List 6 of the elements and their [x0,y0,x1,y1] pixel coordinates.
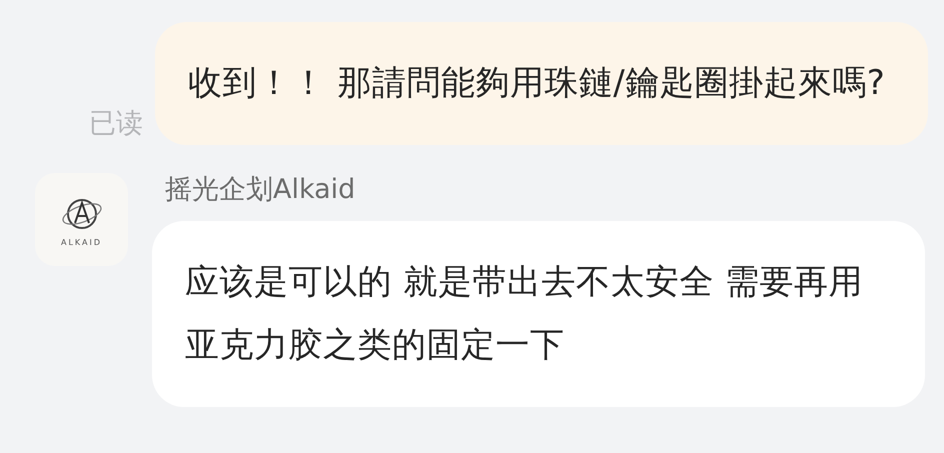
avatar[interactable]: ALKAID [35,173,128,266]
message-bubble: 应该是可以的 就是带出去不太安全 需要再用亚克力胶之类的固定一下 [152,221,925,407]
logo-text: ALKAID [60,238,102,247]
message-bubble: 收到！！ 那請問能夠用珠鏈/鑰匙圈掛起來嗎? [155,22,928,145]
sender-name: 摇光企划Alkaid [165,173,356,207]
read-receipt: 已读 [89,107,143,141]
